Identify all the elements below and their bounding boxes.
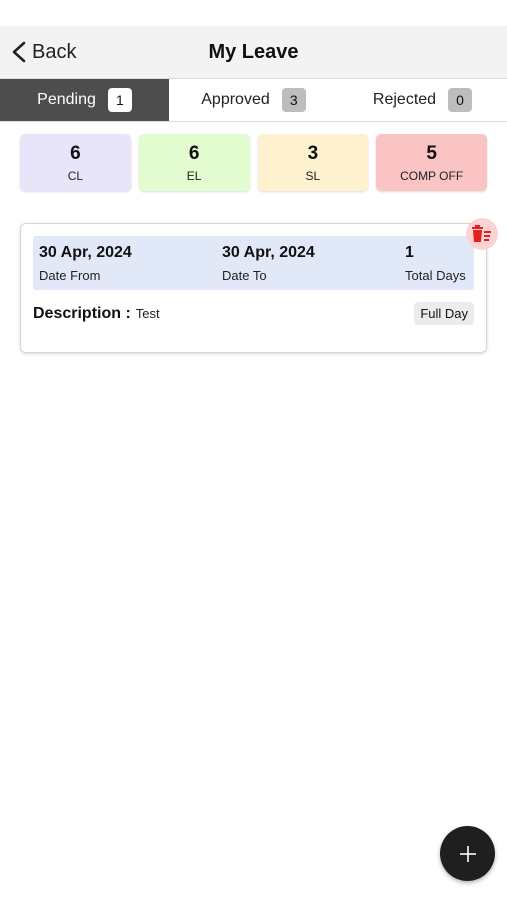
- status-bar: [0, 0, 507, 26]
- comp-off-balance-value: 5: [426, 142, 437, 164]
- cl-balance-value: 6: [70, 142, 81, 164]
- description-value: Test: [135, 305, 160, 321]
- leave-request-card[interactable]: 30 Apr, 2024 Date From 30 Apr, 2024 Date…: [20, 218, 498, 353]
- total-days-group: 1 Total Days: [405, 242, 466, 284]
- tab-rejected-label: Rejected: [372, 91, 437, 108]
- date-to-value: 30 Apr, 2024: [222, 243, 315, 261]
- tab-approved[interactable]: Approved 3: [169, 79, 338, 121]
- date-from-label: Date From: [39, 267, 101, 283]
- sl-balance-value: 3: [307, 142, 319, 164]
- cl-balance-label: CL: [67, 168, 84, 183]
- description-group: Description : Test: [33, 305, 160, 323]
- description-label: Description :: [33, 304, 131, 322]
- description-row: Description : Test Full Day: [33, 302, 474, 325]
- app-header: Back My Leave: [0, 26, 507, 78]
- delete-leave-button[interactable]: [466, 218, 498, 250]
- comp-off-balance-card: 5 COMP OFF: [376, 134, 487, 191]
- date-to-group: 30 Apr, 2024 Date To: [222, 242, 405, 284]
- tab-approved-count: 3: [281, 88, 306, 112]
- tab-pending-count: 1: [107, 88, 132, 112]
- el-balance-value: 6: [188, 142, 200, 164]
- date-from-group: 30 Apr, 2024 Date From: [39, 242, 222, 284]
- plus-icon: [459, 845, 476, 862]
- tab-rejected[interactable]: Rejected 0: [338, 79, 507, 121]
- date-from-value: 30 Apr, 2024: [39, 243, 132, 261]
- back-button[interactable]: Back: [10, 26, 76, 78]
- leave-balance-summary: 6 CL 6 EL 3 SL 5 COMP OFF: [0, 122, 507, 191]
- total-days-label: Total Days: [405, 267, 466, 283]
- tab-pending-label: Pending: [37, 91, 96, 108]
- cl-balance-card: 6 CL: [20, 134, 131, 191]
- tab-pending[interactable]: Pending 1: [0, 79, 169, 121]
- leave-dates-band: 30 Apr, 2024 Date From 30 Apr, 2024 Date…: [33, 236, 474, 290]
- back-label: Back: [32, 40, 77, 63]
- date-to-label: Date To: [222, 267, 267, 283]
- delete-icon: [472, 225, 491, 242]
- comp-off-balance-label: COMP OFF: [400, 168, 464, 183]
- tab-rejected-count: 0: [448, 88, 473, 112]
- page-title: My Leave: [208, 40, 299, 63]
- sl-balance-card: 3 SL: [257, 134, 369, 191]
- el-balance-label: EL: [186, 168, 202, 183]
- total-days-value: 1: [405, 243, 414, 261]
- el-balance-card: 6 EL: [138, 134, 250, 191]
- status-tabs: Pending 1 Approved 3 Rejected 0: [0, 78, 507, 122]
- chevron-left-icon: [12, 41, 26, 63]
- tab-approved-label: Approved: [201, 91, 270, 108]
- sl-balance-label: SL: [305, 168, 321, 183]
- day-type-badge: Full Day: [414, 302, 474, 325]
- add-leave-button[interactable]: [440, 826, 495, 881]
